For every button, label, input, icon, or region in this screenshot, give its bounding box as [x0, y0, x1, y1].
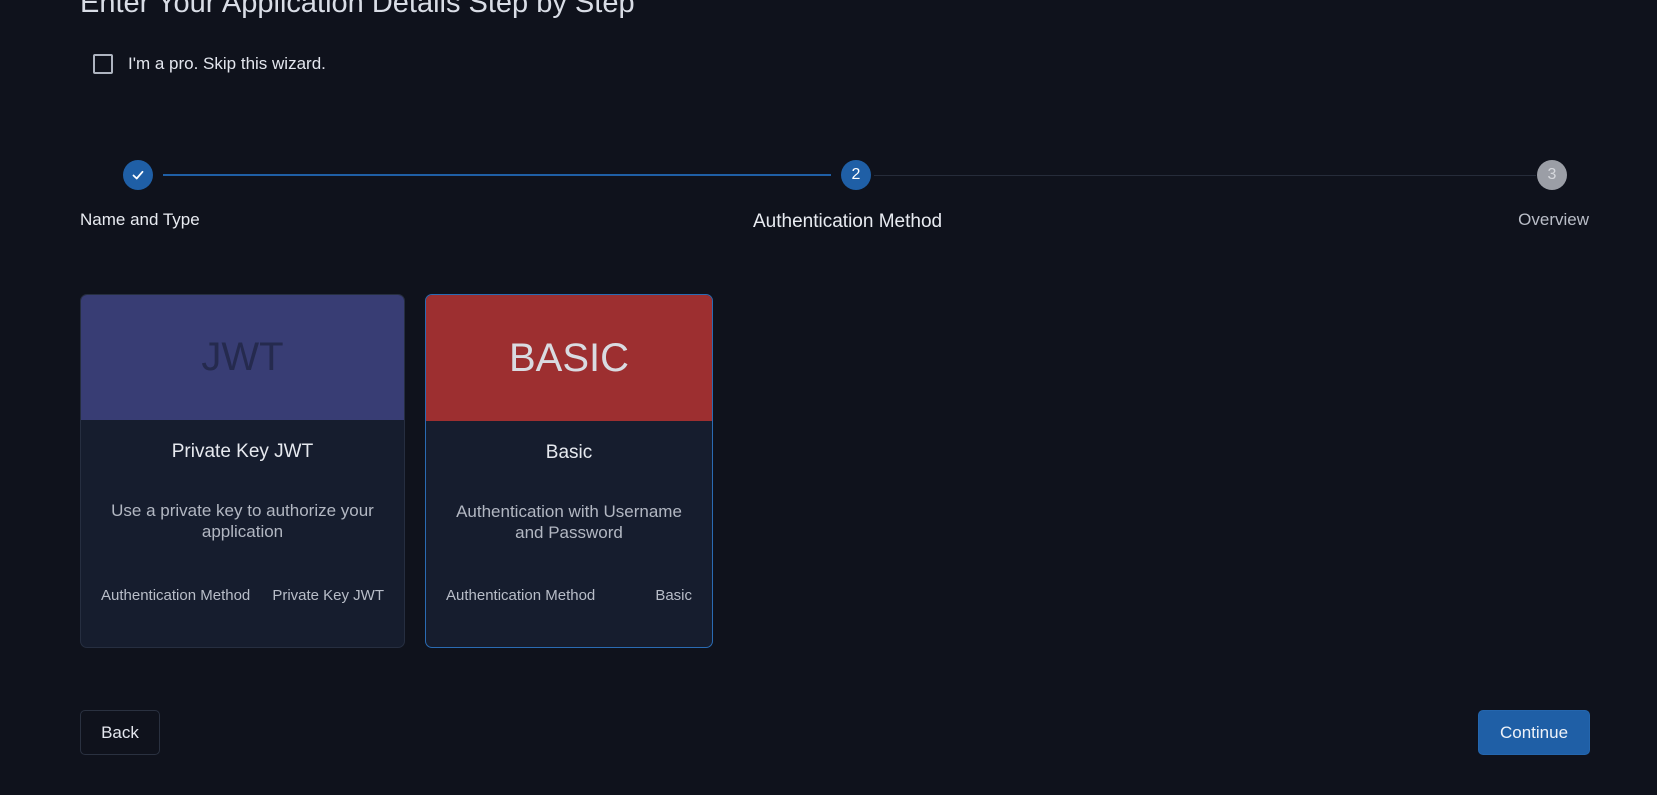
skip-wizard-row[interactable]: I'm a pro. Skip this wizard.: [93, 54, 326, 74]
card-meta: Authentication Method Private Key JWT: [101, 587, 384, 604]
card-description: Use a private key to authorize your appl…: [111, 501, 374, 541]
step-1-label[interactable]: Name and Type: [80, 210, 200, 230]
continue-button[interactable]: Continue: [1478, 710, 1590, 755]
card-meta-label: Authentication Method: [101, 587, 251, 604]
step-2-label[interactable]: Authentication Method: [753, 211, 942, 233]
check-icon: [132, 170, 144, 180]
card-title: Basic: [545, 442, 593, 463]
wizard-page: Enter Your Application Details Step by S…: [0, 0, 1657, 795]
card-meta-value: Private Key JWT: [272, 587, 384, 604]
auth-method-card-basic[interactable]: BASIC Basic Authentication with Username…: [425, 294, 713, 648]
card-meta-label: Authentication Method: [446, 587, 596, 604]
page-title: Enter Your Application Details Step by S…: [80, 0, 635, 19]
card-meta-value: Basic: [655, 587, 692, 604]
stepper-line-completed: [163, 174, 831, 176]
step-3-circle: 3: [1537, 160, 1567, 190]
step-3-label: Overview: [1518, 210, 1589, 229]
back-button[interactable]: Back: [80, 710, 160, 755]
card-description: Authentication with Username and Passwor…: [456, 502, 682, 542]
skip-wizard-label[interactable]: I'm a pro. Skip this wizard.: [128, 54, 326, 74]
skip-wizard-checkbox[interactable]: [93, 54, 113, 74]
card-meta: Authentication Method Basic: [446, 587, 692, 604]
stepper-line-pending: [874, 175, 1536, 176]
auth-method-card-private-key-jwt[interactable]: JWT Private Key JWT Use a private key to…: [80, 294, 405, 648]
card-banner: BASIC: [426, 295, 712, 421]
card-title: Private Key JWT: [171, 441, 314, 462]
step-1-circle[interactable]: [123, 160, 153, 190]
step-2-circle[interactable]: 2: [841, 160, 871, 190]
card-banner: JWT: [81, 295, 404, 420]
